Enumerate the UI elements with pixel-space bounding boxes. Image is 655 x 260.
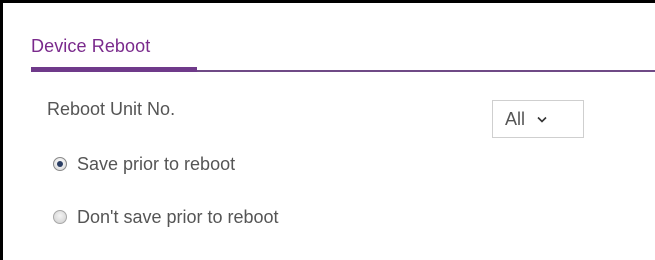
panel-header: Device Reboot — [31, 3, 655, 75]
save-prior-radio[interactable] — [53, 157, 67, 171]
page-title: Device Reboot — [31, 36, 151, 56]
reboot-unit-label: Reboot Unit No. — [47, 99, 176, 119]
save-prior-option[interactable]: Save prior to reboot — [53, 153, 235, 175]
dont-save-prior-label: Don't save prior to reboot — [77, 207, 279, 227]
radio-selected-dot — [57, 161, 63, 167]
dont-save-prior-radio[interactable] — [53, 210, 67, 224]
chevron-down-icon — [537, 116, 547, 123]
dont-save-prior-option[interactable]: Don't save prior to reboot — [53, 206, 279, 228]
device-reboot-panel: Device Reboot Reboot Unit No. All Save p… — [0, 0, 655, 260]
save-prior-label: Save prior to reboot — [77, 154, 236, 174]
reboot-unit-select[interactable]: All — [492, 100, 584, 138]
reboot-unit-selected-value: All — [505, 108, 526, 129]
active-tab-indicator — [31, 67, 197, 72]
